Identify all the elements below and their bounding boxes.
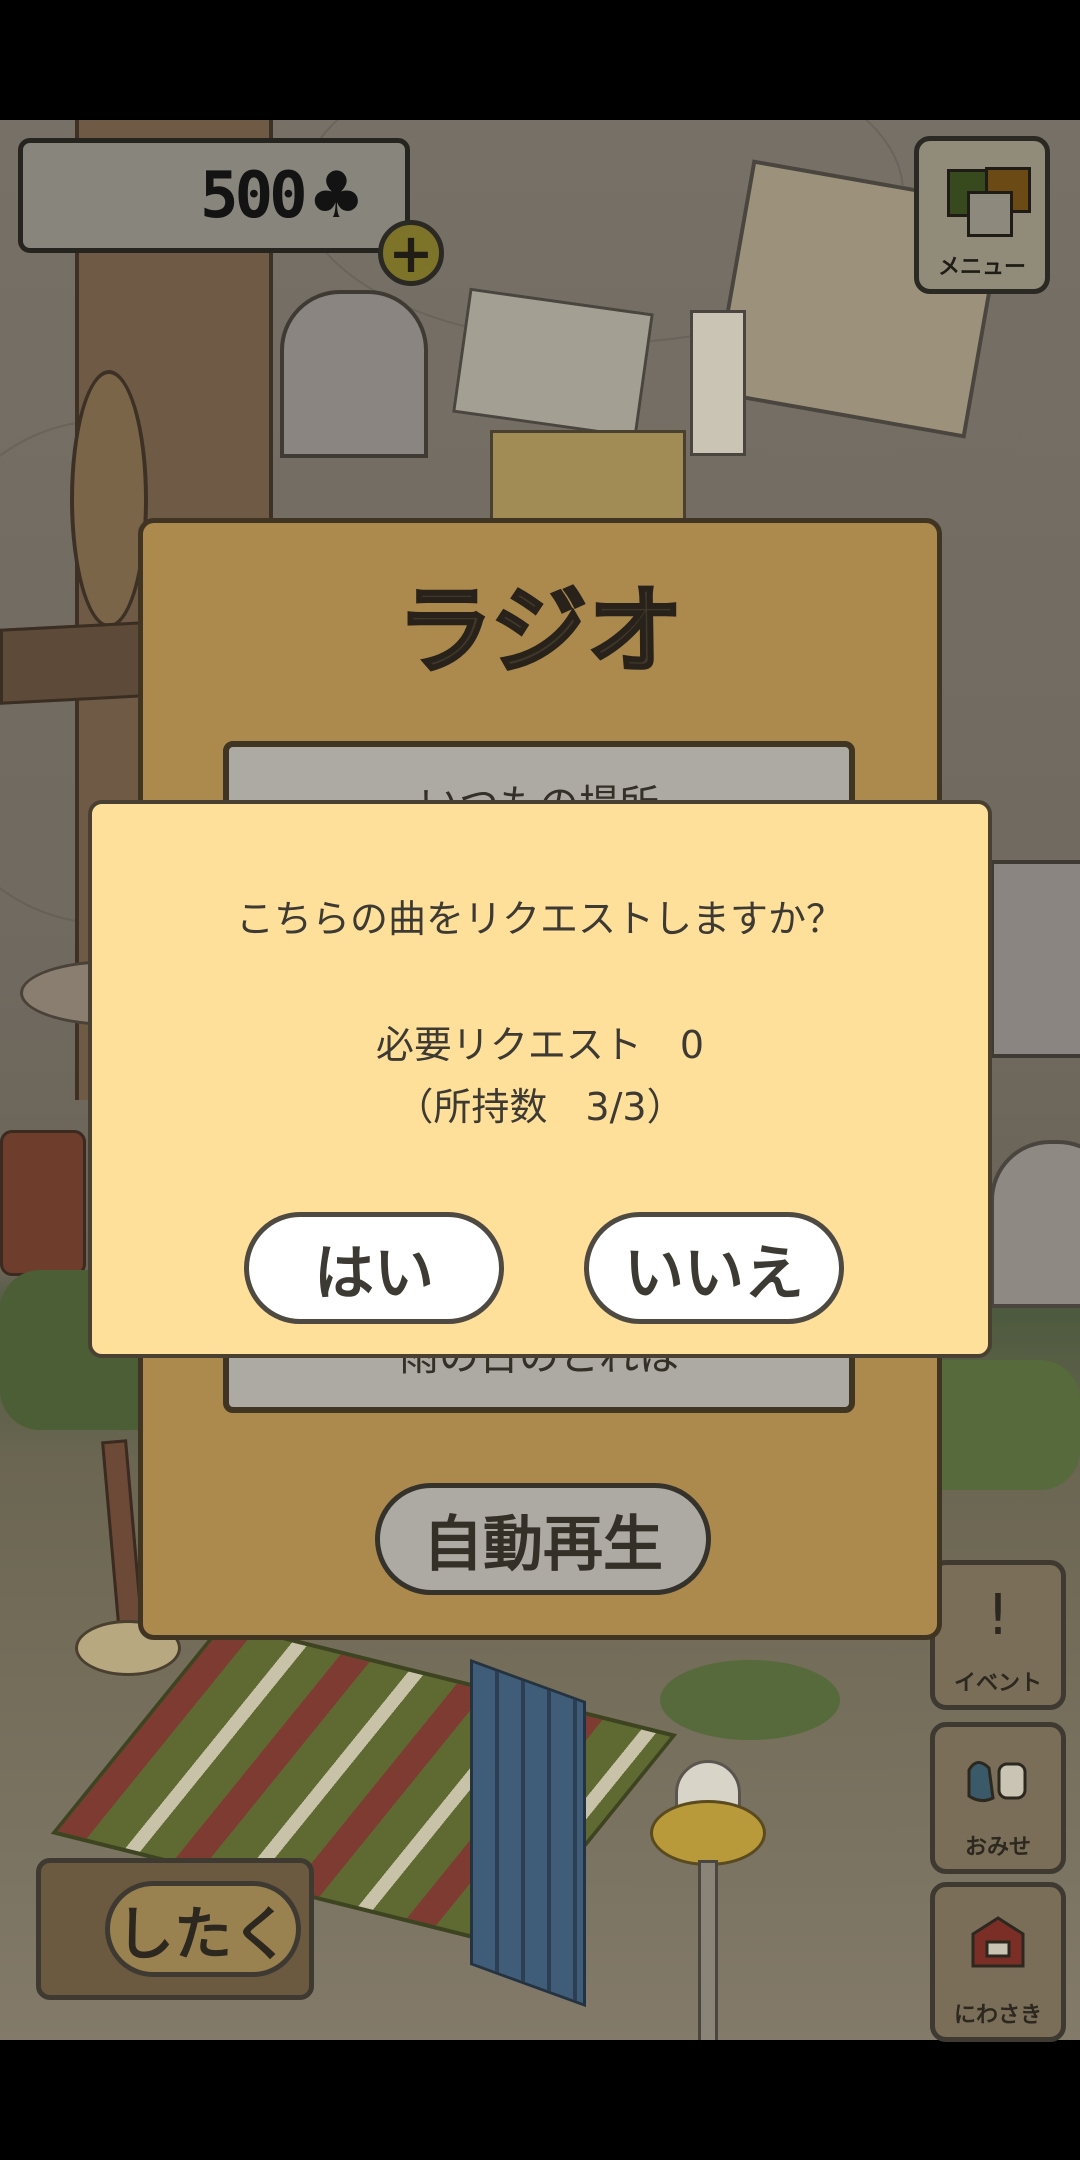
stone-oven: [990, 1140, 1080, 1308]
exclamation-icon: !: [986, 1582, 1010, 1648]
bag-icon: [963, 1727, 1033, 1829]
bell-pole: [698, 1860, 718, 2040]
add-coins-button[interactable]: +: [378, 220, 444, 286]
coin-counter: 500 ♣: [18, 138, 410, 253]
letter-box: [490, 430, 686, 526]
window-left: [280, 290, 428, 458]
mailbox-icon: [965, 1887, 1031, 1997]
shop-button[interactable]: おみせ: [930, 1722, 1066, 1874]
prepare-button[interactable]: したく: [36, 1858, 314, 2000]
required-requests: 必要リクエスト 0: [375, 1023, 705, 1067]
garden-button[interactable]: にわさき: [930, 1882, 1066, 2042]
coin-value: 500: [200, 158, 308, 233]
clover-icon: ♣: [307, 158, 365, 233]
tree-knot: [70, 370, 148, 628]
request-dialog: こちらの曲をリクエストしますか？ 必要リクエスト 0 （所持数 3/3） はい …: [88, 800, 992, 1358]
curtain: [470, 1658, 586, 2008]
scrolls: [690, 310, 746, 456]
menu-button[interactable]: メニュー: [914, 136, 1050, 294]
shop-label: おみせ: [964, 1835, 1031, 1860]
prepare-label: したく: [105, 1881, 301, 1977]
pinned-notes: [452, 287, 654, 439]
dialog-question: こちらの曲をリクエストしますか？: [235, 897, 844, 941]
auto-play-button[interactable]: 自動再生: [375, 1483, 711, 1595]
yes-button[interactable]: はい: [244, 1212, 504, 1324]
no-button[interactable]: いいえ: [584, 1212, 844, 1324]
grass-patch: [660, 1660, 840, 1740]
bell-dish: [650, 1800, 766, 1866]
garden-label: にわさき: [953, 2003, 1042, 2028]
event-label: イベント: [953, 1671, 1042, 1696]
owned-requests: （所持数 3/3）: [395, 1085, 685, 1129]
radio-title: ラジオ: [395, 574, 684, 689]
jar: [0, 1130, 86, 1276]
menu-label: メニュー: [937, 255, 1026, 280]
menu-icon-square: [967, 191, 1013, 237]
window-right: [990, 860, 1080, 1058]
event-button[interactable]: ! イベント: [930, 1560, 1066, 1710]
